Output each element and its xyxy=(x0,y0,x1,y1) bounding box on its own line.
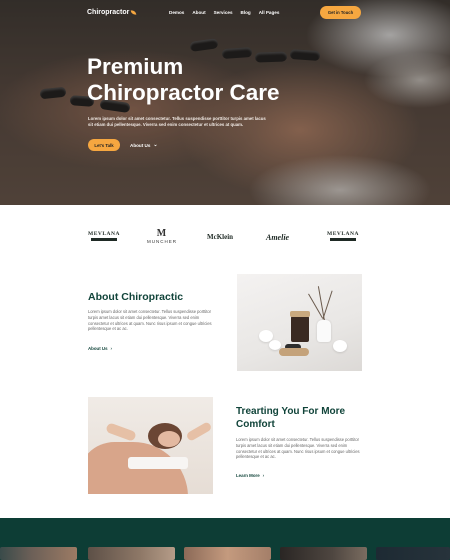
jar xyxy=(290,311,310,342)
gallery-thumb[interactable] xyxy=(0,547,77,560)
comfort-title: Trearting You For More Comfort xyxy=(236,406,346,430)
menu-item-demos[interactable]: Demos xyxy=(169,10,184,15)
flower xyxy=(333,340,347,352)
site-logo[interactable]: Chiropractor xyxy=(87,9,137,16)
top-nav: Chiropractor Demos About Services Blog A… xyxy=(0,6,450,20)
massage-image xyxy=(88,397,213,494)
main-menu: Demos About Services Blog All Pages xyxy=(169,10,279,15)
hero-description: Lorem ipsum dolor sit amet consectetur. … xyxy=(88,116,266,128)
arrow-right-icon: › xyxy=(110,346,112,351)
brand-underline xyxy=(90,238,117,241)
brand-mark: M xyxy=(156,228,168,239)
chevron-down-icon: ⌄ xyxy=(153,142,158,148)
brand-underline xyxy=(329,238,356,241)
therapist-hand xyxy=(185,421,213,442)
hero-section: Chiropractor Demos About Services Blog A… xyxy=(0,0,450,205)
gallery-thumb[interactable] xyxy=(88,547,175,560)
about-us-label: About Us xyxy=(130,142,151,148)
logo-text: Chiropractor xyxy=(87,9,130,16)
brush xyxy=(279,348,309,356)
about-us-link-label: About Us xyxy=(88,346,108,351)
menu-item-all-pages[interactable]: All Pages xyxy=(259,10,280,15)
learn-more-link[interactable]: Learn More › xyxy=(236,473,264,478)
gallery-thumb[interactable] xyxy=(184,547,271,560)
hero-title-line1: Premium xyxy=(87,54,184,79)
about-us-link[interactable]: About Us › xyxy=(88,346,112,351)
brand-logo-mevlana: MEVLANA xyxy=(88,231,120,241)
leaf-icon xyxy=(131,9,137,16)
brand-name: MUNCHER xyxy=(147,239,177,244)
menu-item-services[interactable]: Services xyxy=(214,10,233,15)
brand-name: MEVLANA xyxy=(88,231,120,237)
menu-item-about[interactable]: About xyxy=(192,10,205,15)
spa-products-image xyxy=(237,274,362,371)
arrow-right-icon: › xyxy=(262,473,265,478)
brand-logo-mevlana-2: MEVLANA xyxy=(327,231,359,241)
twig-decor xyxy=(322,290,333,320)
about-title: About Chiropractic xyxy=(88,291,184,303)
learn-more-label: Learn More xyxy=(236,473,260,478)
brand-name: MEVLANA xyxy=(327,231,359,237)
menu-item-blog[interactable]: Blog xyxy=(241,10,251,15)
brand-logos: MEVLANA M MUNCHER McKlein Amelie MEVLANA xyxy=(0,228,450,250)
client-face xyxy=(158,431,180,447)
comfort-description: Lorem ipsum dolor sit amet consectetur. … xyxy=(236,437,360,460)
brand-logo-mcklein: McKlein xyxy=(207,233,234,241)
hero-title-line2: Chiropractor Care xyxy=(87,80,280,105)
get-in-touch-button[interactable]: Get in Touch xyxy=(320,6,361,19)
lets-talk-button[interactable]: Let's Talk xyxy=(88,139,120,151)
gallery-thumb[interactable] xyxy=(280,547,367,560)
about-us-dropdown[interactable]: About Us ⌄ xyxy=(130,142,158,148)
gallery-thumb[interactable] xyxy=(376,547,450,560)
towel xyxy=(128,457,188,469)
vase xyxy=(317,320,331,342)
about-description: Lorem ipsum dolor sit amet consectetur. … xyxy=(88,309,212,332)
brand-logo-muncher: M MUNCHER xyxy=(147,228,177,245)
brand-logo-amelie: Amelie xyxy=(266,233,290,242)
hero-title: Premium Chiropractor Care xyxy=(87,54,327,106)
therapist-hand xyxy=(105,422,137,442)
